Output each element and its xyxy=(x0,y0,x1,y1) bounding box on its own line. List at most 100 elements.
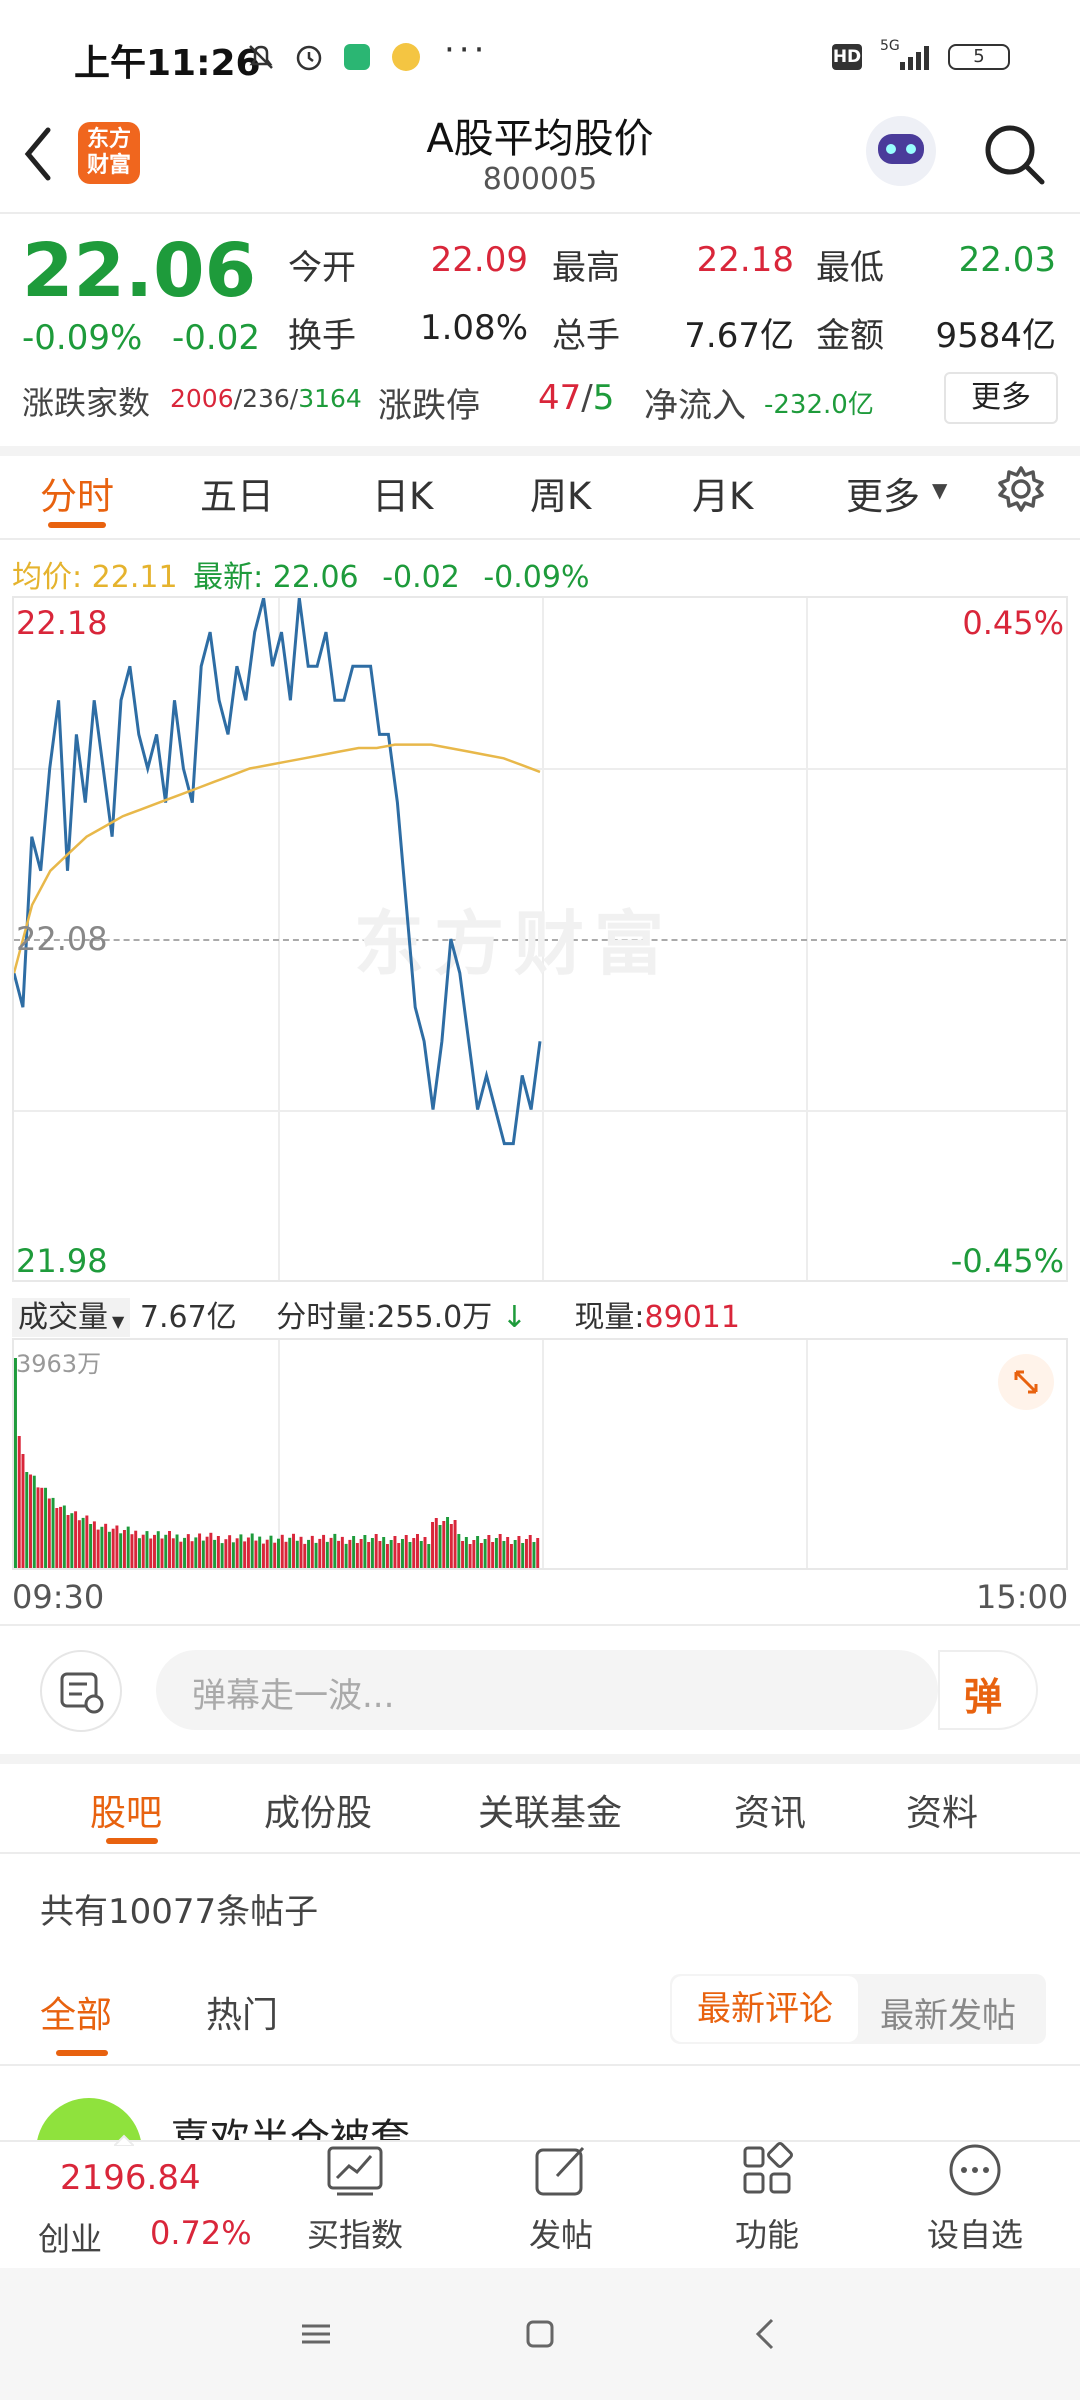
volume-bar xyxy=(21,1454,25,1568)
breadth-down: 3164 xyxy=(298,384,362,413)
index-ticker[interactable]: 2196.84 创业 0.72% xyxy=(0,2142,260,2268)
volume-bar xyxy=(153,1534,156,1568)
volume-bar xyxy=(190,1541,194,1568)
search-icon[interactable] xyxy=(980,120,1050,190)
volume-bar xyxy=(209,1532,213,1568)
nav-label: 设自选 xyxy=(926,2216,1023,2254)
tab-related-funds[interactable]: 关联基金 xyxy=(478,1784,622,1836)
volume-bar xyxy=(14,1358,17,1568)
volume-bar xyxy=(258,1536,262,1568)
volume-bar xyxy=(280,1534,284,1568)
assistant-avatar[interactable] xyxy=(866,116,936,186)
volume-bar xyxy=(389,1540,393,1568)
volume-title: 成交量 xyxy=(18,1300,108,1335)
volume-bar xyxy=(25,1472,29,1568)
index-percent: 0.72% xyxy=(150,2214,252,2252)
netflow-value: -232.0亿 xyxy=(764,390,874,420)
turnover-value: 1.08% xyxy=(419,308,528,348)
back-nav-icon[interactable] xyxy=(746,2314,786,2354)
filter-indicator xyxy=(56,2050,108,2056)
tab-five-day[interactable]: 五日 xyxy=(200,466,274,520)
volume-bar xyxy=(17,1436,21,1568)
more-quote-button[interactable]: 更多 xyxy=(944,372,1058,424)
volume-bar xyxy=(201,1540,205,1568)
danmu-settings-button[interactable] xyxy=(40,1650,122,1732)
volume-bar xyxy=(382,1537,386,1568)
filter-hot[interactable]: 热门 xyxy=(206,1986,278,2038)
volume-bar xyxy=(483,1539,487,1568)
volume-bar xyxy=(85,1515,89,1568)
app-header: 东方财富 A股平均股价 800005 xyxy=(0,100,1080,212)
volume-bar xyxy=(487,1535,491,1568)
volume-bar xyxy=(29,1474,32,1568)
volume-bar xyxy=(370,1538,374,1568)
volume-bar xyxy=(284,1541,288,1568)
tab-profile[interactable]: 资料 xyxy=(906,1784,978,1836)
volume-bar xyxy=(119,1533,123,1568)
notification-muted-icon xyxy=(249,45,273,69)
volume-bar xyxy=(340,1536,344,1568)
volume-bar xyxy=(198,1533,202,1568)
tabs-divider xyxy=(0,538,1080,540)
chevron-down-icon: ▼ xyxy=(932,478,948,502)
sort-latest-comment[interactable]: 最新评论 xyxy=(672,1976,858,2042)
tab-intraday[interactable]: 分时 xyxy=(40,466,114,520)
nav-add-watchlist[interactable]: 设自选 xyxy=(900,2142,1050,2256)
filter-all[interactable]: 全部 xyxy=(40,1986,112,2038)
volume-bar xyxy=(171,1538,175,1568)
volume-bar xyxy=(145,1531,149,1568)
danmu-input[interactable]: 弹幕走一波... xyxy=(156,1650,938,1730)
volume-bar xyxy=(416,1534,419,1568)
volume-selector[interactable]: 成交量 ▼ xyxy=(12,1298,131,1337)
chevron-down-icon: ▼ xyxy=(112,1312,125,1331)
limit-values: 47/5 xyxy=(538,378,615,418)
limit-up: 47 xyxy=(538,378,582,418)
volume-bar xyxy=(524,1539,528,1568)
nav-post[interactable]: 发帖 xyxy=(486,2142,636,2256)
tab-weekly-k[interactable]: 周K xyxy=(530,466,591,520)
nav-label: 发帖 xyxy=(528,2216,593,2254)
volume-bar xyxy=(476,1536,480,1568)
gear-icon[interactable] xyxy=(996,464,1046,514)
signal-icon xyxy=(900,46,929,70)
expand-button[interactable] xyxy=(998,1354,1054,1410)
section-divider xyxy=(0,446,1080,456)
nav-buy-index[interactable]: 买指数 xyxy=(280,2142,430,2256)
emoji-app-icon xyxy=(392,43,420,71)
danmu-button-label: 弹 xyxy=(964,1675,1003,1719)
volume-header: 成交量 ▼ 7.67亿 分时量:255.0万 ↓ 现量:89011 xyxy=(12,1292,740,1337)
volume-bar xyxy=(397,1543,401,1568)
tab-news[interactable]: 资讯 xyxy=(734,1784,806,1836)
volume-bar xyxy=(74,1511,78,1568)
tab-guba[interactable]: 股吧 xyxy=(90,1784,162,1836)
nav-functions[interactable]: 功能 xyxy=(692,2142,842,2256)
alarm-icon xyxy=(296,45,322,71)
volume-bar xyxy=(404,1535,408,1568)
volume-bar xyxy=(277,1538,280,1568)
volume-bar xyxy=(81,1517,85,1568)
more-circle-icon xyxy=(949,2144,1001,2196)
volume-bar xyxy=(378,1541,382,1568)
danmu-toggle-button[interactable]: 弹 xyxy=(938,1650,1038,1730)
menu-icon[interactable] xyxy=(296,2314,336,2354)
home-icon[interactable] xyxy=(520,2314,560,2354)
volume-plot xyxy=(14,1358,540,1568)
tab-more[interactable]: 更多 xyxy=(846,466,920,520)
tab-monthly-k[interactable]: 月K xyxy=(692,466,753,520)
volume-bar xyxy=(288,1537,292,1568)
volume-bar xyxy=(149,1538,153,1568)
volume-bar xyxy=(220,1543,224,1568)
volume-bar xyxy=(408,1542,412,1568)
sort-latest-post[interactable]: 最新发帖 xyxy=(880,1988,1016,2037)
tab-constituents[interactable]: 成份股 xyxy=(264,1784,372,1836)
chart-legend: 均价: 22.11 最新: 22.06 -0.02 -0.09% xyxy=(12,552,590,596)
volume-bar xyxy=(164,1534,168,1568)
price-chart[interactable]: 东方财富 22.18 22.08 21.98 0.45% -0.45% xyxy=(12,596,1068,1282)
latest-change: -0.02 xyxy=(382,560,460,595)
open-value: 22.09 xyxy=(430,240,528,280)
price-plot xyxy=(14,598,542,1146)
volume-chart[interactable]: 3963万 xyxy=(12,1338,1068,1570)
volume-bar xyxy=(243,1541,247,1568)
tab-daily-k[interactable]: 日K xyxy=(372,466,433,520)
filter-divider xyxy=(0,2064,1080,2066)
